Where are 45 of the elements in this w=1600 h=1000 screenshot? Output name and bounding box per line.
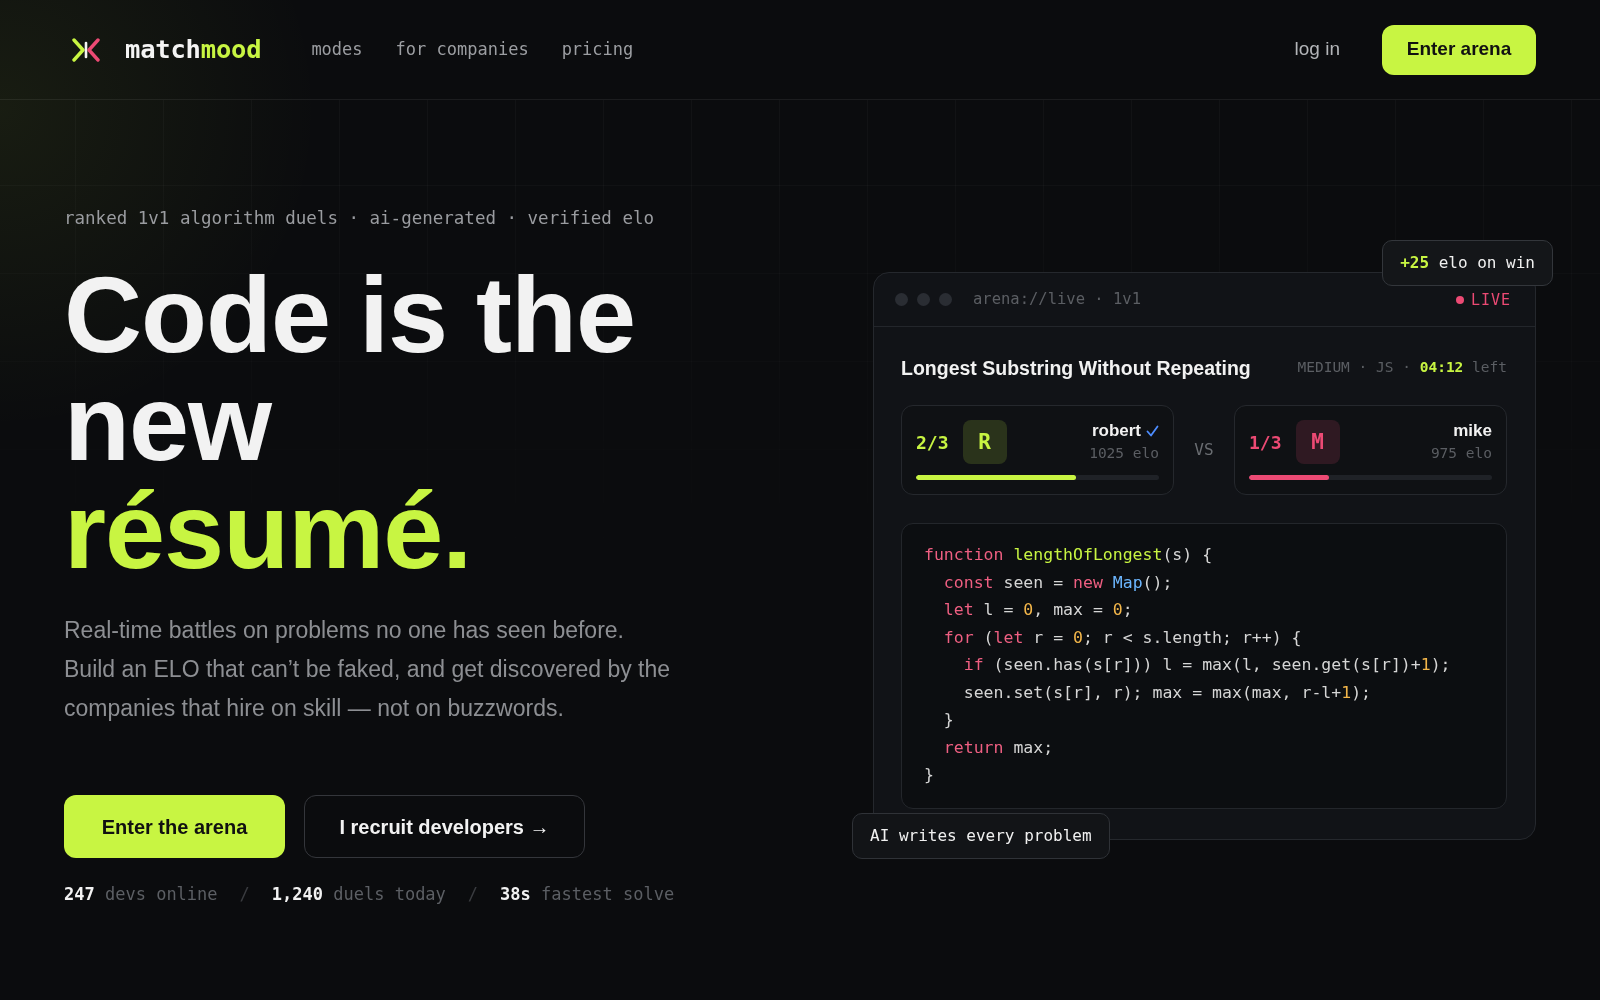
ai-caption: AI writes every problem <box>852 812 1110 859</box>
code-line: seen.set(s[r], r); max = max(max, r-l+1); <box>962 681 1373 704</box>
window-dot-icon <box>939 293 952 307</box>
brand-name: matchmood <box>125 33 262 67</box>
live-dot-icon <box>1455 295 1464 304</box>
window-dot-icon <box>917 293 930 307</box>
nav-link[interactable]: pricing <box>561 36 634 63</box>
enter-arena-button[interactable]: Enter the arena <box>64 795 285 858</box>
nav-link[interactable]: for companies <box>395 36 529 63</box>
stat-text: 1,240 duels today <box>271 883 446 906</box>
code-line: function lengthOfLongest(s) { <box>924 544 1214 567</box>
live-label: LIVE <box>1470 289 1511 311</box>
logo-icon <box>72 37 100 62</box>
login-link[interactable]: log in <box>1294 35 1340 64</box>
recruit-button[interactable]: I recruit developers → <box>304 795 585 858</box>
nav-link[interactable]: modes <box>311 36 363 63</box>
player-score: 2/3 <box>916 430 949 455</box>
elo-badge: +25 elo on win <box>1382 240 1553 287</box>
problem-meta: MEDIUM · JS · 04:12 left <box>1297 358 1507 378</box>
versus-label: VS <box>1194 439 1214 462</box>
code-line: const seen = new Map(); <box>942 571 1174 594</box>
code-line: return max; <box>942 736 1055 759</box>
hero-headline: Code is the new résumé. <box>64 261 637 585</box>
player-elo: 1025 elo <box>1089 444 1159 464</box>
enter-arena-button[interactable]: Enter arena <box>1382 24 1536 75</box>
player-name: mike <box>1453 421 1492 442</box>
address-text: arena://live · 1v1 <box>973 289 1141 311</box>
problem-title: Longest Substring Without Repeating <box>901 356 1251 382</box>
player-avatar: R <box>962 420 1007 465</box>
stat-text: 38s fastest solve <box>500 883 675 906</box>
code-line: } <box>942 709 955 732</box>
hero-description: Real-time battles on problems no one has seen before. Build an ELO that can’t be faked, and get discovered by the companies that hire on skill — not on buzzwords. <box>64 616 672 723</box>
stat-separator: / <box>239 883 250 906</box>
code-line: } <box>924 764 935 787</box>
window-dot-icon <box>895 293 908 307</box>
stat-text: 247 devs online <box>64 883 218 906</box>
stat-separator: / <box>467 883 479 906</box>
code-line: if (seen.has(s[r])) l = max(l, seen.get(s[r])+1); <box>962 654 1452 677</box>
player-name: robert <box>1091 421 1141 442</box>
tagline-text: ranked 1v1 algorithm duels · ai-generated · verified elo <box>64 207 655 230</box>
code-line: for (let r = 0; r < s.length; r++) { <box>942 626 1303 649</box>
player-avatar: M <box>1295 420 1340 465</box>
player-score: 1/3 <box>1249 430 1282 455</box>
code-line: let l = 0, max = 0; <box>942 599 1134 622</box>
player-elo: 975 elo <box>1430 444 1492 464</box>
